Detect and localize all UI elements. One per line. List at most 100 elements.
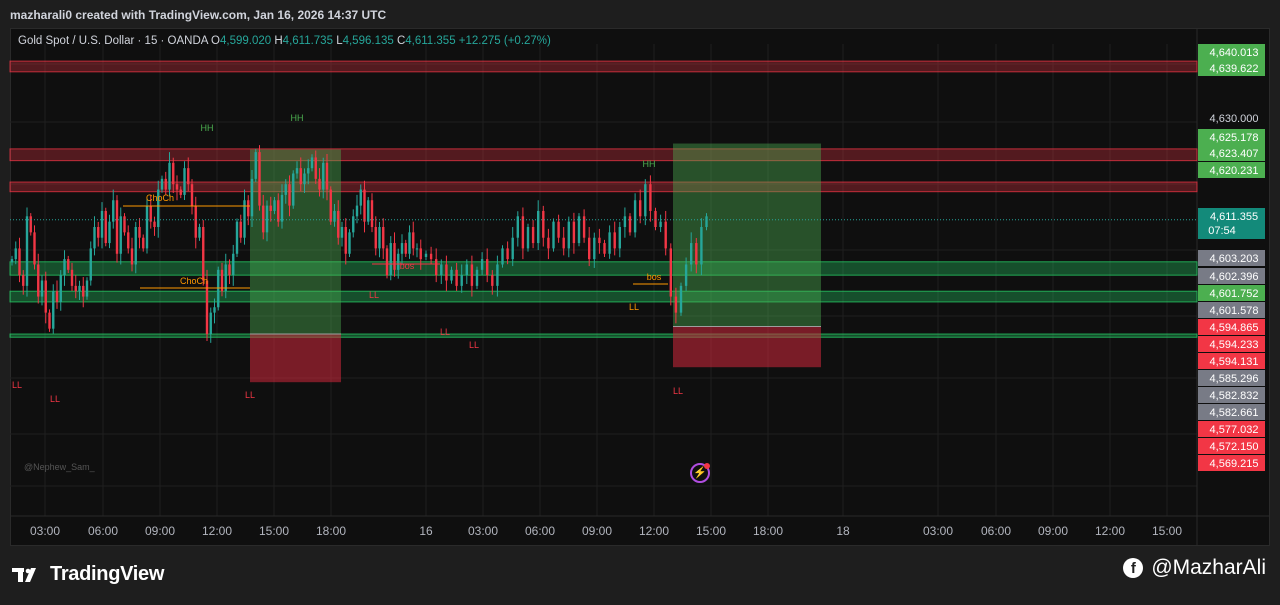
candle-body xyxy=(40,280,44,297)
candle-body xyxy=(440,264,443,276)
candle-body xyxy=(572,221,576,244)
candle-body xyxy=(44,280,47,313)
tradingview-wordmark: TradingView xyxy=(50,563,165,585)
time-tick-label: 18 xyxy=(836,524,850,538)
demand-zone[interactable] xyxy=(9,290,1198,303)
time-tick-label: 03:00 xyxy=(468,524,498,538)
price-tag-label: 4,585.296 xyxy=(1210,373,1259,385)
candle-body xyxy=(404,243,407,254)
candle-body xyxy=(382,227,385,249)
candle-body xyxy=(25,216,29,286)
notification-dot xyxy=(704,463,710,469)
candle-body xyxy=(59,275,62,302)
candle-body xyxy=(160,178,164,190)
candle-body xyxy=(254,152,257,179)
time-tick-label: 12:00 xyxy=(639,524,669,538)
bar-countdown-label: 07:54 xyxy=(1208,225,1236,237)
time-tick-label: 06:00 xyxy=(981,524,1011,538)
candle-body xyxy=(359,189,362,206)
candle-body xyxy=(55,291,59,302)
price-tag-label: 4,569.215 xyxy=(1210,458,1259,470)
price-tag-label: 4,623.407 xyxy=(1210,148,1259,160)
candle-body xyxy=(623,216,627,228)
structure-label-choch: ChoCh xyxy=(180,276,208,286)
time-tick-label: 18:00 xyxy=(316,524,346,538)
candle-body xyxy=(10,259,14,263)
candle-body xyxy=(393,243,396,270)
candle-body xyxy=(74,285,77,292)
long-position-target[interactable] xyxy=(673,143,821,327)
candle-body xyxy=(258,152,261,206)
candle-body xyxy=(460,275,463,286)
lightning-icon[interactable]: ⚡ xyxy=(690,463,710,483)
candle-body xyxy=(521,216,525,249)
supply-zone[interactable] xyxy=(9,60,1198,73)
time-tick-label: 15:00 xyxy=(259,524,289,538)
time-tick-label: 06:00 xyxy=(88,524,118,538)
structure-label-ll: LL xyxy=(369,290,379,300)
candle-body xyxy=(318,178,321,190)
candle-body xyxy=(22,275,25,286)
candle-body xyxy=(85,280,89,297)
candle-body xyxy=(269,205,272,211)
candle-body xyxy=(480,259,484,270)
long-position-stop[interactable] xyxy=(250,334,341,383)
tradingview-logo-icon xyxy=(12,567,36,582)
time-tick-label: 09:00 xyxy=(582,524,612,538)
long-position-stop[interactable] xyxy=(673,326,821,368)
candle-body xyxy=(235,221,239,254)
demand-zone[interactable] xyxy=(9,261,1198,276)
candle-body xyxy=(526,227,530,249)
time-tick-label: 16 xyxy=(419,524,433,538)
candle-body xyxy=(633,200,637,233)
candle-body xyxy=(588,237,591,260)
price-tag-label: 4,594.233 xyxy=(1210,339,1259,351)
candle-body xyxy=(247,200,250,217)
candle-body xyxy=(511,237,514,260)
candle-body xyxy=(280,194,284,222)
candle-body xyxy=(424,253,428,257)
candle-body xyxy=(194,205,197,238)
candle-body xyxy=(598,237,601,244)
tradingview-logo[interactable]: TradingView xyxy=(12,563,164,586)
candle-body xyxy=(506,248,509,260)
candle-body xyxy=(179,189,182,195)
candle-body xyxy=(567,221,570,249)
candle-body xyxy=(389,243,392,276)
candle-body xyxy=(374,227,377,249)
candle-body xyxy=(277,200,280,222)
price-tag-label: 4,594.865 xyxy=(1210,322,1259,334)
candle-body xyxy=(97,227,100,238)
candle-body xyxy=(363,189,366,222)
candle-body xyxy=(119,216,122,254)
candle-body xyxy=(115,200,119,254)
time-tick-label: 15:00 xyxy=(696,524,726,538)
candle-body xyxy=(190,184,194,206)
price-tag-label: 4,582.661 xyxy=(1210,407,1259,419)
price-tag-label: 4,603.203 xyxy=(1210,253,1259,265)
price-chart[interactable]: HH HH HH ChoCh ChoCh bos bos LL LL LL LL LL LL LL LL 03… xyxy=(0,0,1280,605)
candle-body xyxy=(37,264,40,297)
candle-body xyxy=(352,216,355,233)
candle-body xyxy=(145,205,149,249)
candle-body xyxy=(224,264,227,292)
candle-body xyxy=(250,178,254,217)
candle-body xyxy=(577,216,581,244)
candle-body xyxy=(562,237,565,249)
demand-zone[interactable] xyxy=(9,333,1198,338)
candle-body xyxy=(537,210,540,244)
price-tag-label: 4,640.013 xyxy=(1210,47,1259,59)
candle-body xyxy=(217,269,220,308)
candle-body xyxy=(172,162,175,185)
candle-body xyxy=(130,248,134,265)
candle-body xyxy=(325,162,329,190)
candle-body xyxy=(450,269,453,281)
candle-body xyxy=(408,232,411,254)
candle-body xyxy=(89,248,92,281)
candle-body xyxy=(29,216,32,233)
structure-label-hh: HH xyxy=(291,113,304,123)
price-tag-label: 4,602.396 xyxy=(1210,271,1259,283)
candle-body xyxy=(367,200,370,222)
candle-body xyxy=(649,184,652,211)
candle-body xyxy=(70,269,74,286)
